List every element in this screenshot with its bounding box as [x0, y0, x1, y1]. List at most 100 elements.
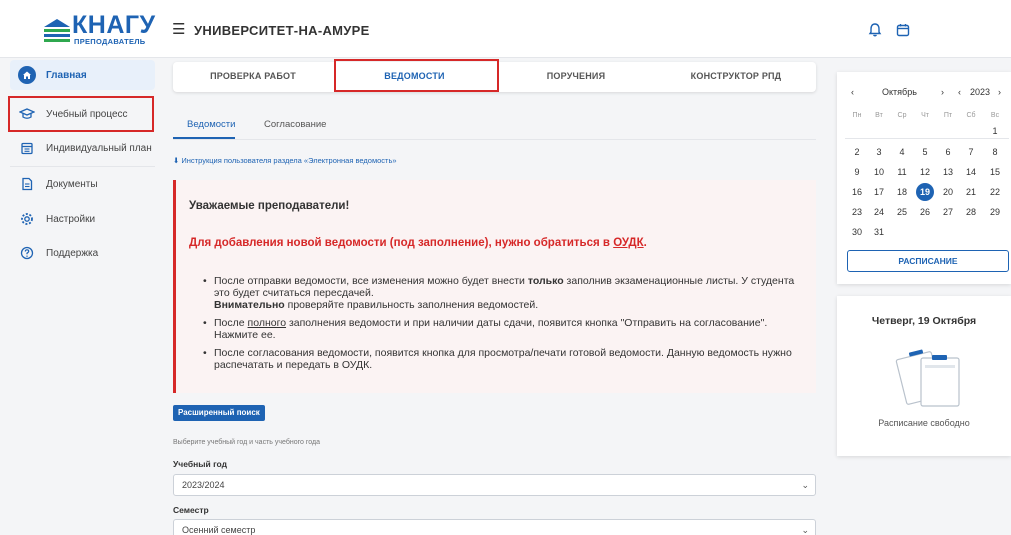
calendar-day[interactable]: 4: [893, 143, 911, 161]
calendar-day[interactable]: 26: [916, 203, 934, 221]
calendar-day[interactable]: 28: [962, 203, 980, 221]
semester-label: Семестр: [173, 505, 209, 515]
calendar-day-today[interactable]: 19: [916, 183, 934, 201]
sidebar-item-label: Настройки: [46, 213, 96, 225]
calendar-day[interactable]: 16: [848, 183, 866, 201]
schedule-button[interactable]: РАСПИСАНИЕ: [847, 250, 1009, 272]
list-item-bold: только: [527, 275, 564, 287]
calendar-day[interactable]: 21: [962, 183, 980, 201]
download-icon: ⬇: [173, 156, 180, 165]
calendar-day[interactable]: 22: [986, 183, 1004, 201]
sidebar-item-support[interactable]: Поддержка: [10, 238, 155, 268]
notice-title: Уважаемые преподаватели!: [189, 200, 350, 212]
prev-month-button[interactable]: ‹: [851, 87, 854, 97]
year-label: Учебный год: [173, 459, 227, 469]
list-item-underline: полного: [247, 317, 287, 329]
list-item-text: После: [214, 317, 248, 329]
logo[interactable]: КНАГУ ПРЕПОДАВАТЕЛЬ: [42, 11, 155, 48]
calendar-day[interactable]: 18: [893, 183, 911, 201]
list-item: После полного заполнения ведомости и при…: [203, 317, 803, 341]
calendar-day[interactable]: 14: [962, 163, 980, 181]
calendar-day[interactable]: 10: [870, 163, 888, 181]
list-item-text: проверяйте правильность заполнения ведом…: [284, 299, 539, 311]
list-item-text: заполнения ведомости и при наличии даты …: [214, 317, 768, 341]
chevron-down-icon: ⌄: [801, 525, 809, 535]
help-icon: [18, 244, 36, 262]
logo-text: КНАГУ: [72, 11, 156, 39]
semester-select-value: Осенний семестр: [182, 525, 256, 535]
calendar-day[interactable]: 31: [870, 223, 888, 241]
calendar-day[interactable]: 29: [986, 203, 1004, 221]
prev-year-button[interactable]: ‹: [958, 87, 961, 97]
calendar-weekday: Чт: [921, 112, 929, 119]
calendar-day[interactable]: 8: [986, 143, 1004, 161]
year-label[interactable]: 2023: [970, 87, 990, 97]
sidebar-item-label: Поддержка: [46, 247, 99, 259]
tab-assignments[interactable]: ПОРУЧЕНИЯ: [496, 71, 656, 81]
highlight-frame: [334, 59, 499, 92]
calendar-day[interactable]: 7: [962, 143, 980, 161]
notice-list: После отправки ведомости, все изменения …: [203, 275, 803, 371]
day-title: Четверг, 19 Октября: [871, 315, 977, 327]
subtab-statements[interactable]: Ведомости: [187, 119, 235, 130]
oudk-link[interactable]: ОУДК: [613, 237, 643, 249]
calendar-day[interactable]: 9: [848, 163, 866, 181]
calendar-day[interactable]: 25: [893, 203, 911, 221]
list-item: После согласования ведомости, появится к…: [203, 347, 803, 371]
calendar-day[interactable]: 5: [916, 143, 934, 161]
sidebar-divider: [10, 166, 155, 167]
schedule-status: Расписание свободно: [878, 418, 970, 428]
calendar-weekday: Вт: [875, 112, 883, 119]
calendar-day[interactable]: 30: [848, 223, 866, 241]
subtab-approval[interactable]: Согласование: [264, 119, 326, 130]
list-item-text: После отправки ведомости, все изменения …: [214, 275, 528, 287]
year-select[interactable]: 2023/2024 ⌄: [173, 474, 816, 496]
logo-mark-icon: [44, 19, 70, 42]
form-hint: Выберите учебный год и часть учебного го…: [173, 439, 320, 446]
calendar-icon[interactable]: [895, 22, 911, 38]
calendar-day[interactable]: 12: [916, 163, 934, 181]
chevron-down-icon: ⌄: [801, 480, 809, 490]
page-title: УНИВЕРСИТЕТ-НА-АМУРЕ: [194, 23, 370, 38]
instruction-link[interactable]: ⬇ Инструкция пользователя раздела «Элект…: [173, 156, 397, 165]
instruction-link-text: Инструкция пользователя раздела «Электро…: [181, 156, 397, 165]
bell-icon[interactable]: [867, 22, 883, 38]
calendar-weekday: Вс: [990, 112, 1000, 119]
document-icon: [18, 175, 36, 193]
advanced-search-button[interactable]: Расширенный поиск: [173, 405, 265, 421]
highlight-frame: [8, 96, 154, 132]
calendar-weekday: Ср: [897, 112, 907, 119]
notice-warning-end: .: [643, 237, 647, 249]
sidebar-item-individual-plan[interactable]: Индивидуальный план: [10, 133, 155, 163]
month-label[interactable]: Октябрь: [882, 87, 917, 97]
calendar-day[interactable]: 20: [939, 183, 957, 201]
next-month-button[interactable]: ›: [941, 87, 944, 97]
subtab-divider: [173, 139, 816, 140]
calendar-day[interactable]: 23: [848, 203, 866, 221]
planner-icon: [18, 139, 36, 157]
tab-check-works[interactable]: ПРОВЕРКА РАБОТ: [173, 71, 333, 81]
calendar-day[interactable]: 27: [939, 203, 957, 221]
logo-subtitle: ПРЕПОДАВАТЕЛЬ: [74, 37, 146, 46]
semester-select[interactable]: Осенний семестр ⌄: [173, 519, 816, 535]
sidebar-item-home[interactable]: Главная: [10, 60, 155, 90]
menu-icon[interactable]: ☰: [172, 22, 185, 37]
calendar-day[interactable]: 15: [986, 163, 1004, 181]
calendar-day[interactable]: 24: [870, 203, 888, 221]
calendar-day[interactable]: 17: [870, 183, 888, 201]
list-item-text: После согласования ведомости, появится к…: [214, 347, 792, 371]
sidebar-item-settings[interactable]: Настройки: [10, 204, 155, 234]
sidebar-item-documents[interactable]: Документы: [10, 169, 155, 199]
calendar-weekday: Пт: [943, 112, 953, 119]
calendar-day[interactable]: 11: [893, 163, 911, 181]
calendar-day[interactable]: 3: [870, 143, 888, 161]
clipboard-illustration-icon: [895, 349, 960, 407]
calendar-weekday: Пн: [852, 112, 862, 119]
calendar-day[interactable]: 13: [939, 163, 957, 181]
calendar-day[interactable]: 2: [848, 143, 866, 161]
tab-rpd-constructor[interactable]: КОНСТРУКТОР РПД: [656, 71, 816, 81]
calendar-day[interactable]: 6: [939, 143, 957, 161]
next-year-button[interactable]: ›: [998, 87, 1001, 97]
sidebar-item-label: Главная: [46, 69, 87, 81]
home-icon: [18, 66, 36, 84]
